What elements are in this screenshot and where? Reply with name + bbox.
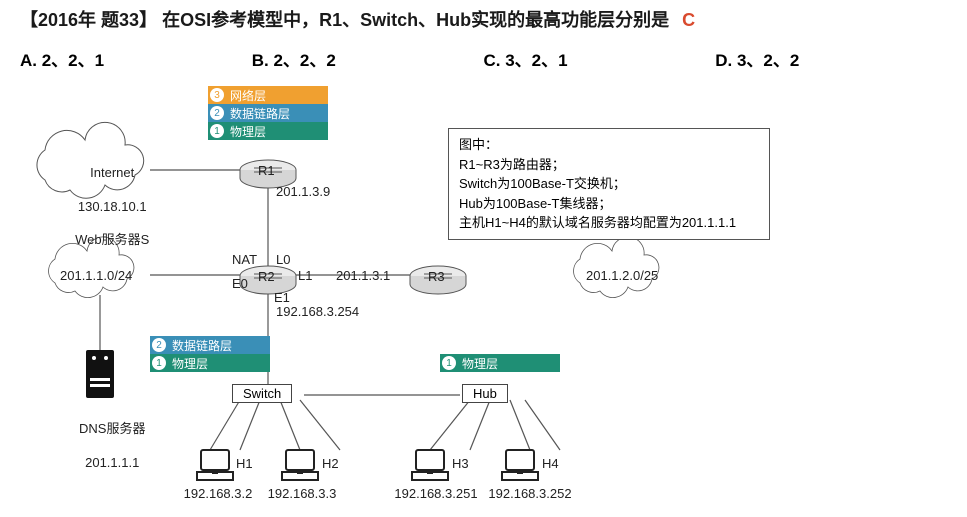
layer1-row: 1物理层 [150, 354, 270, 372]
legend-l4: 主机H1~H4的默认域名服务器均配置为201.1.1.1 [459, 213, 759, 233]
host-h3-icon [412, 450, 448, 480]
h3-ip: 192.168.3.251 [386, 486, 486, 503]
layer2-row: 2数据链路层 [150, 336, 270, 354]
hub-box: Hub [462, 384, 508, 403]
l1-label: L1 [298, 268, 312, 285]
r3-ip-label: 201.1.3.1 [336, 268, 390, 285]
h2-ip: 192.168.3.3 [262, 486, 342, 503]
host-h4-icon [502, 450, 538, 480]
layer2-row: 2数据链路层 [208, 104, 328, 122]
layerbox-r1: 3网络层 2数据链路层 1物理层 [208, 86, 328, 140]
h2-name: H2 [322, 456, 339, 473]
server-icon [86, 350, 114, 398]
r1-ip-label: 201.1.3.9 [276, 184, 330, 201]
nat-label: NAT [232, 252, 257, 269]
cloud-internet-label: Internet 130.18.10.1 Web服务器S [50, 148, 160, 266]
r3-label: R3 [428, 269, 445, 286]
host-h1-icon [197, 450, 233, 480]
switch-box: Switch [232, 384, 292, 403]
layer1-row: 1物理层 [440, 354, 560, 372]
host-h2-icon [282, 450, 318, 480]
r1-label: R1 [258, 163, 275, 180]
e0-label: E0 [232, 276, 248, 293]
h4-name: H4 [542, 456, 559, 473]
h3-name: H3 [452, 456, 469, 473]
r2-label: R2 [258, 269, 275, 286]
legend-title: 图中： [459, 135, 759, 155]
l0-label: L0 [276, 252, 290, 269]
legend-l2: Switch为100Base-T交换机； [459, 174, 759, 194]
legend-l1: R1~R3为路由器； [459, 155, 759, 175]
legend-box: 图中： R1~R3为路由器； Switch为100Base-T交换机； Hub为… [448, 128, 770, 240]
h1-name: H1 [236, 456, 253, 473]
h1-ip: 192.168.3.2 [178, 486, 258, 503]
cloud2-label: 201.1.2.0/25 [586, 268, 658, 285]
layer1-row: 1物理层 [208, 122, 328, 140]
cloud1-label: 201.1.1.0/24 [60, 268, 132, 285]
layerbox-hub: 1物理层 [440, 354, 560, 372]
legend-l3: Hub为100Base-T集线器； [459, 194, 759, 214]
layer3-row: 3网络层 [208, 86, 328, 104]
h4-ip: 192.168.3.252 [480, 486, 580, 503]
r2-e1-ip: 192.168.3.254 [276, 304, 359, 321]
dns-label: DNS服务器 201.1.1.1 [60, 404, 150, 488]
layerbox-switch: 2数据链路层 1物理层 [150, 336, 270, 372]
page: 【2016年 题33】 在OSI参考模型中，R1、Switch、Hub实现的最高… [0, 0, 967, 517]
